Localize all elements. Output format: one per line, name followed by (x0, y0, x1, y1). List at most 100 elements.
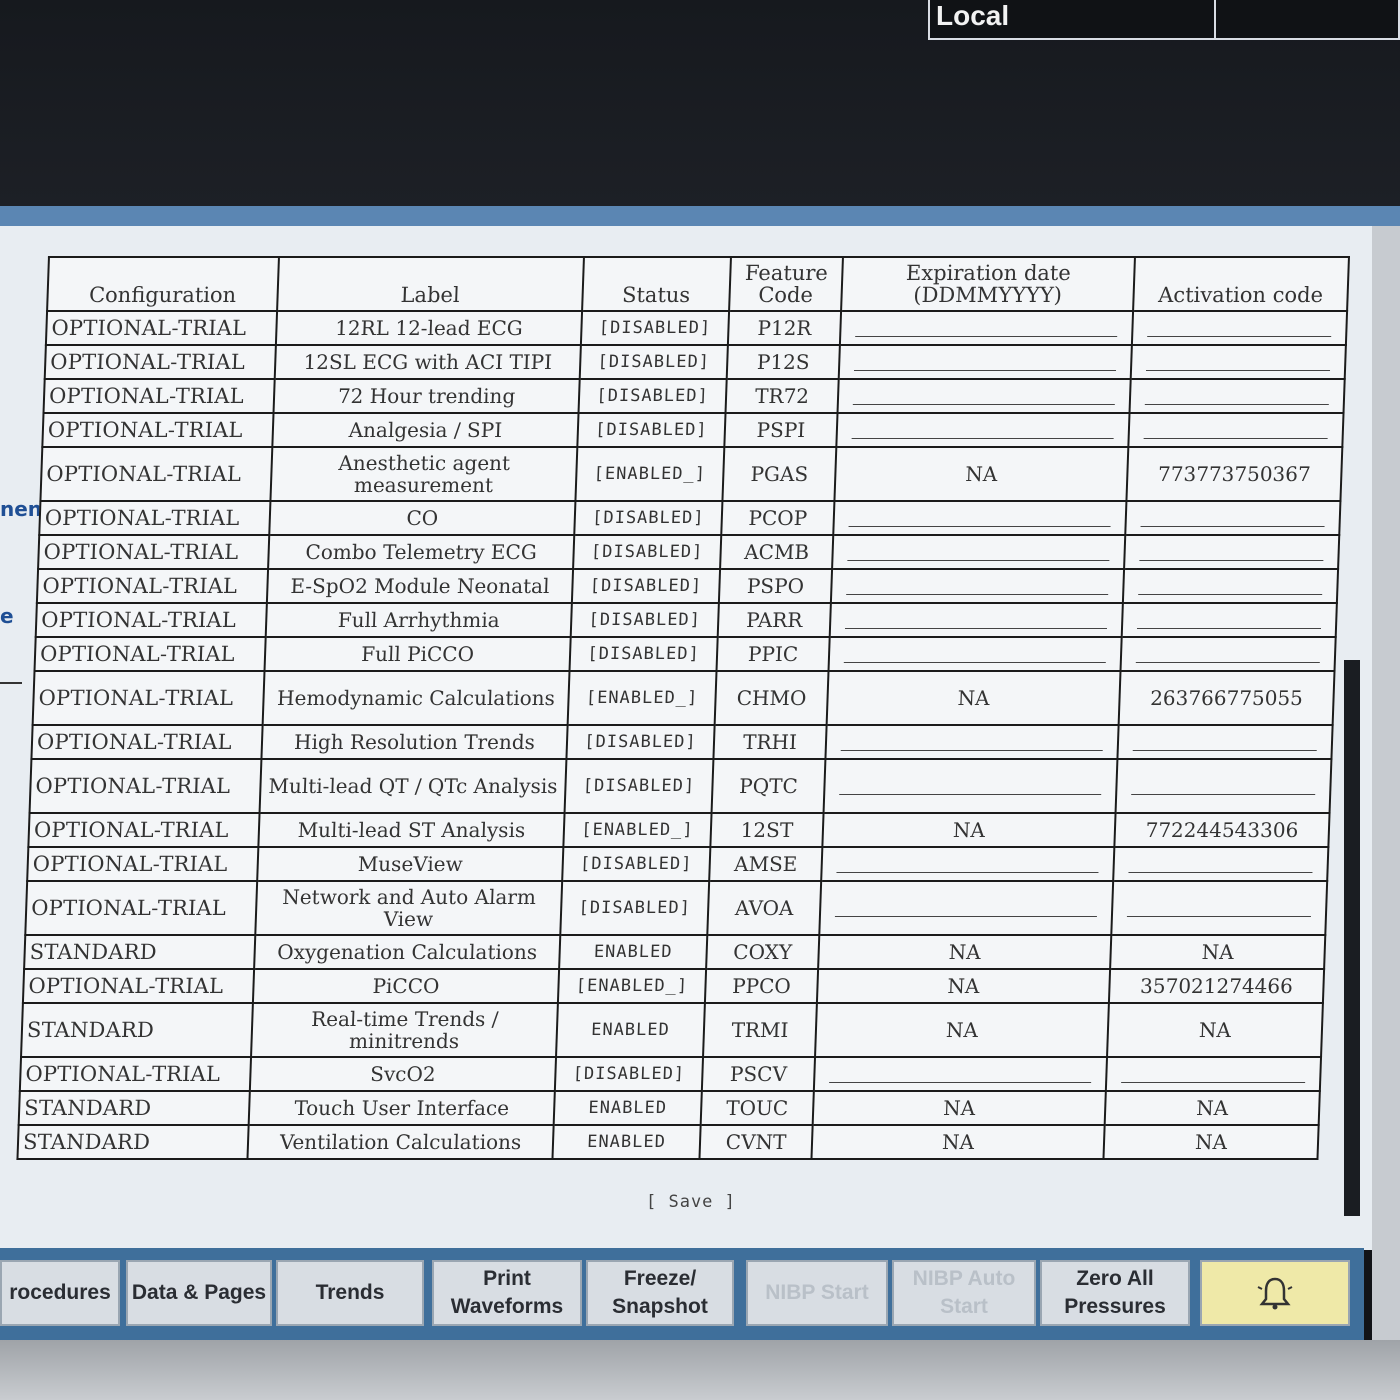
empty-entry-field[interactable] (843, 661, 1106, 663)
zero-all-pressures-button[interactable]: Zero All Pressures (1040, 1260, 1190, 1326)
expiration-date-cell[interactable]: NA (834, 447, 1129, 501)
table-row[interactable]: OPTIONAL-TRIAL Full Arrhythmia [DISABLED] P… (35, 603, 1337, 637)
table-row[interactable]: STANDARD Touch User Interface ENABLED TOUC N… (18, 1091, 1320, 1125)
empty-entry-field[interactable] (1139, 559, 1324, 561)
activation-code-cell[interactable]: NA (1110, 935, 1326, 969)
activation-code-cell[interactable] (1120, 637, 1336, 671)
empty-entry-field[interactable] (1135, 661, 1320, 663)
table-row[interactable]: OPTIONAL-TRIAL Multi-lead ST Analysis [ENA… (28, 813, 1330, 847)
activation-code-cell[interactable] (1121, 603, 1337, 637)
empty-entry-field[interactable] (829, 1081, 1092, 1083)
expiration-date-cell[interactable] (837, 379, 1131, 413)
activation-code-cell[interactable] (1115, 759, 1332, 813)
empty-entry-field[interactable] (834, 915, 1097, 917)
activation-code-cell[interactable] (1111, 881, 1328, 935)
expiration-date-cell[interactable]: NA (822, 813, 1116, 847)
empty-entry-field[interactable] (1138, 593, 1323, 595)
expiration-date-cell[interactable] (838, 345, 1132, 379)
empty-entry-field[interactable] (1126, 915, 1311, 917)
table-row[interactable]: OPTIONAL-TRIAL PiCCO [ENABLED_] PPCO NA 35702… (22, 969, 1325, 1003)
table-row[interactable]: OPTIONAL-TRIAL Combo Telemetry ECG [DISABL… (38, 535, 1340, 569)
activation-code-cell[interactable]: 772244543306 (1114, 813, 1330, 847)
activation-code-cell[interactable]: NA (1104, 1091, 1320, 1125)
table-row[interactable]: OPTIONAL-TRIAL 72 Hour trending [DISABLED]… (43, 379, 1345, 413)
data-pages-button[interactable]: Data & Pages (126, 1260, 272, 1326)
alarm-silence-button[interactable] (1200, 1260, 1350, 1326)
empty-entry-field[interactable] (851, 437, 1114, 439)
empty-entry-field[interactable] (1140, 525, 1325, 527)
activation-code-cell[interactable]: 357021274466 (1108, 969, 1325, 1003)
expiration-date-cell[interactable] (825, 725, 1119, 759)
empty-entry-field[interactable] (836, 871, 1099, 873)
activation-code-cell[interactable] (1129, 379, 1345, 413)
activation-code-cell[interactable]: 773773750367 (1126, 447, 1343, 501)
activation-code-cell[interactable] (1125, 501, 1341, 535)
empty-entry-field[interactable] (1132, 749, 1317, 751)
table-row[interactable]: OPTIONAL-TRIAL Analgesia / SPI [DISABLED] P… (42, 413, 1344, 447)
empty-entry-field[interactable] (1131, 793, 1316, 795)
expiration-date-cell[interactable] (813, 1057, 1108, 1091)
empty-entry-field[interactable] (847, 559, 1110, 561)
activation-code-cell[interactable]: NA (1103, 1125, 1319, 1159)
empty-entry-field[interactable] (844, 627, 1108, 629)
table-row[interactable]: STANDARD Real-time Trends / minitrends ENA… (21, 1003, 1323, 1057)
table-row[interactable]: OPTIONAL-TRIAL Network and Auto Alarm Vie… (25, 881, 1328, 935)
rocedures-button[interactable]: rocedures (0, 1260, 120, 1326)
expiration-date-cell[interactable]: NA (811, 1125, 1105, 1159)
expiration-date-cell[interactable] (828, 637, 1122, 671)
scrollbar[interactable] (1344, 660, 1360, 1216)
activation-code-cell[interactable] (1117, 725, 1333, 759)
expiration-date-cell[interactable] (832, 535, 1126, 569)
table-row[interactable]: STANDARD Ventilation Calculations ENABLED C… (17, 1125, 1319, 1159)
table-row[interactable]: STANDARD Oxygenation Calculations ENABLED C… (24, 935, 1326, 969)
activation-code-cell[interactable] (1128, 413, 1344, 447)
table-row[interactable]: OPTIONAL-TRIAL CO [DISABLED] PCOP (39, 501, 1341, 535)
expiration-date-cell[interactable] (829, 603, 1123, 637)
table-row[interactable]: OPTIONAL-TRIAL SvcO2 [DISABLED] PSCV (19, 1057, 1322, 1091)
empty-entry-field[interactable] (1121, 1081, 1306, 1083)
empty-entry-field[interactable] (1146, 369, 1331, 371)
empty-entry-field[interactable] (855, 335, 1118, 337)
empty-entry-field[interactable] (848, 525, 1111, 527)
activation-code-cell[interactable] (1105, 1057, 1322, 1091)
table-row[interactable]: OPTIONAL-TRIAL Hemodynamic Calculations [E… (32, 671, 1335, 725)
expiration-date-cell[interactable] (833, 501, 1127, 535)
trends-button[interactable]: Trends (276, 1260, 424, 1326)
table-row[interactable]: OPTIONAL-TRIAL E-SpO2 Module Neonatal [DIS… (36, 569, 1339, 603)
expiration-date-cell[interactable]: NA (816, 969, 1111, 1003)
expiration-date-cell[interactable] (821, 847, 1115, 881)
expiration-date-cell[interactable]: NA (815, 1003, 1109, 1057)
activation-code-cell[interactable]: 263766775055 (1118, 671, 1335, 725)
table-row[interactable]: OPTIONAL-TRIAL Full PiCCO [DISABLED] PPIC (34, 637, 1336, 671)
side-menu-clipped-text[interactable]: e (0, 604, 14, 628)
table-row[interactable]: OPTIONAL-TRIAL High Resolution Trends [DIS… (31, 725, 1333, 759)
activation-code-cell[interactable] (1124, 535, 1340, 569)
expiration-date-cell[interactable] (819, 881, 1114, 935)
print-waveforms-button[interactable]: Print Waveforms (432, 1260, 582, 1326)
empty-entry-field[interactable] (1128, 871, 1313, 873)
empty-entry-field[interactable] (854, 369, 1117, 371)
empty-entry-field[interactable] (1136, 627, 1322, 629)
activation-code-cell[interactable] (1130, 345, 1346, 379)
empty-entry-field[interactable] (846, 593, 1109, 595)
empty-entry-field[interactable] (840, 749, 1103, 751)
activation-code-cell[interactable] (1113, 847, 1329, 881)
table-row[interactable]: OPTIONAL-TRIAL Multi-lead QT / QTc Analys… (29, 759, 1332, 813)
table-row[interactable]: OPTIONAL-TRIAL 12SL ECG with ACI TIPI [DIS… (44, 345, 1346, 379)
expiration-date-cell[interactable]: NA (826, 671, 1121, 725)
save-button[interactable]: [ Save ] (646, 1192, 736, 1212)
activation-code-cell[interactable] (1122, 569, 1339, 603)
expiration-date-cell[interactable]: NA (818, 935, 1112, 969)
activation-code-cell[interactable] (1131, 311, 1348, 345)
expiration-date-cell[interactable] (830, 569, 1125, 603)
expiration-date-cell[interactable] (839, 311, 1134, 345)
table-row[interactable]: OPTIONAL-TRIAL Anesthetic agent measureme… (40, 447, 1343, 501)
empty-entry-field[interactable] (852, 403, 1115, 405)
expiration-date-cell[interactable]: NA (812, 1091, 1106, 1125)
table-row[interactable]: OPTIONAL-TRIAL MuseView [DISABLED] AMSE (27, 847, 1329, 881)
activation-code-cell[interactable]: NA (1107, 1003, 1323, 1057)
empty-entry-field[interactable] (1143, 437, 1328, 439)
table-row[interactable]: OPTIONAL-TRIAL 12RL 12-lead ECG [DISABLED]… (45, 311, 1348, 345)
empty-entry-field[interactable] (839, 793, 1102, 795)
nibp-start-button[interactable]: NIBP Start (746, 1260, 888, 1326)
